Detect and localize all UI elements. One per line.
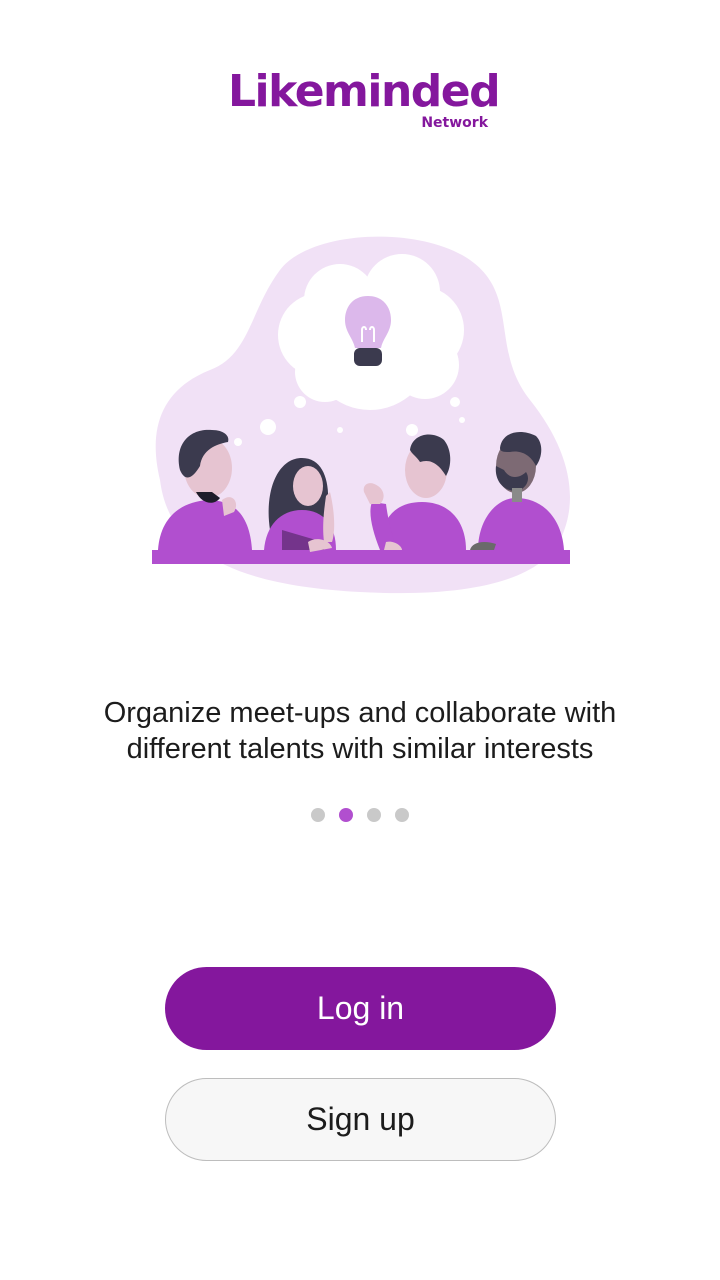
page-dot-2[interactable] — [339, 808, 353, 822]
logo-title: Likeminded — [228, 66, 501, 117]
login-button[interactable]: Log in — [165, 967, 556, 1050]
tagline-line-1: Organize meet-ups and collaborate with — [103, 697, 617, 729]
logo-subtitle: Network — [421, 115, 488, 131]
onboarding-tagline: Organize meet-ups and collaborate with d… — [30, 695, 690, 767]
page-dot-1[interactable] — [311, 808, 325, 822]
signup-button[interactable]: Sign up — [165, 1078, 556, 1161]
page-indicator — [0, 808, 720, 824]
tagline-line-2: different talents with similar interests — [126, 733, 594, 765]
meeting-table — [152, 550, 570, 564]
onboarding-screen: Likeminded Network Organize meet-ups and… — [0, 0, 720, 1280]
page-dot-3[interactable] — [367, 808, 381, 822]
team-idea-illustration — [152, 236, 570, 594]
page-dot-4[interactable] — [395, 808, 409, 822]
app-logo: Likeminded Network — [0, 66, 720, 136]
